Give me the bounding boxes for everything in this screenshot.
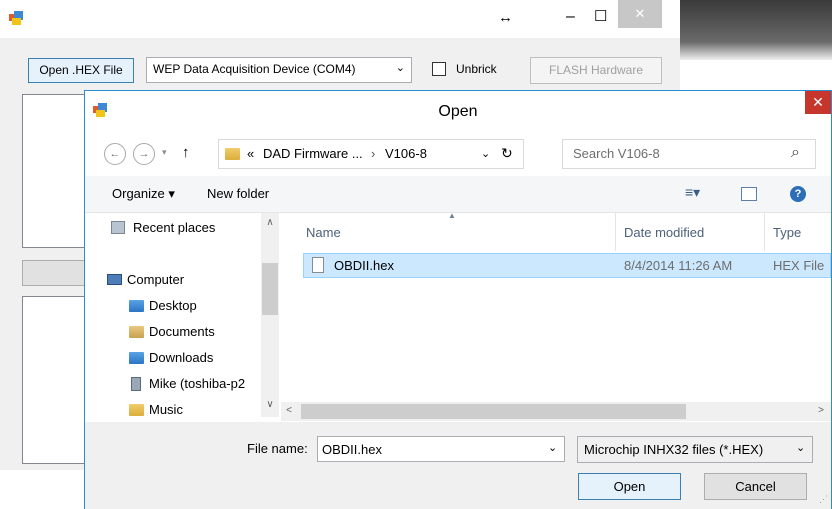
view-options-icon[interactable]: ≡▾ — [685, 184, 700, 201]
resize-grip-icon[interactable]: ⋰ — [819, 494, 828, 505]
device-select-value: WEP Data Acquisition Device (COM4) — [153, 62, 356, 76]
file-name-field[interactable]: OBDII.hex ⌄ — [317, 436, 565, 462]
column-divider[interactable] — [764, 213, 765, 251]
documents-folder-icon — [129, 326, 144, 338]
help-icon[interactable]: ? — [790, 186, 806, 202]
nav-item-network-drive[interactable]: Mike (toshiba-p2 — [129, 375, 279, 395]
file-icon — [312, 257, 324, 273]
nav-label: Music — [149, 402, 183, 417]
chevron-down-icon[interactable]: ⌄ — [548, 441, 557, 454]
desktop-background — [0, 470, 90, 509]
new-folder-button[interactable]: New folder — [207, 186, 269, 201]
forward-button[interactable]: → — [133, 143, 155, 165]
up-button[interactable]: ↑ — [182, 144, 190, 161]
scroll-down-arrow-icon[interactable]: ∨ — [261, 399, 279, 410]
column-divider[interactable] — [615, 213, 616, 251]
search-input[interactable]: Search V106-8 — [573, 146, 660, 161]
chevron-down-icon: ⌄ — [796, 442, 806, 454]
nav-item-documents[interactable]: Documents — [129, 323, 279, 343]
column-header-date-modified[interactable]: Date modified — [624, 225, 704, 240]
open-dialog: Open ✕ ← → ▾ ↑ « DAD Firmware ... › V106… — [84, 90, 832, 509]
back-button[interactable]: ← — [104, 143, 126, 165]
path-segment-dad-firmware[interactable]: DAD Firmware ... — [263, 146, 363, 161]
column-header-name[interactable]: Name — [306, 225, 341, 240]
file-name-label: File name: — [247, 441, 308, 456]
preview-pane-icon[interactable] — [741, 187, 757, 201]
folder-icon — [225, 148, 240, 160]
file-type-filter-value: Microchip INHX32 files (*.HEX) — [584, 442, 764, 457]
file-type-filter[interactable]: Microchip INHX32 files (*.HEX) ⌄ — [577, 436, 813, 463]
refresh-icon[interactable]: ↻ — [501, 145, 513, 162]
recent-places-icon — [111, 221, 125, 234]
search-box[interactable]: Search V106-8 ⌕ — [562, 139, 816, 169]
path-separator-icon[interactable]: › — [371, 146, 375, 161]
scroll-thumb[interactable] — [262, 263, 278, 315]
nav-item-desktop[interactable]: Desktop — [129, 297, 279, 317]
app-icon — [9, 11, 23, 25]
scroll-left-arrow-icon[interactable]: < — [283, 405, 295, 416]
desktop-folder-icon — [129, 300, 144, 312]
address-bar[interactable]: « DAD Firmware ... › V106-8 ⌄ ↻ — [218, 139, 524, 169]
file-type: HEX File — [773, 258, 825, 273]
column-header-type[interactable]: Type — [773, 225, 801, 240]
organize-menu[interactable]: Organize ▾ — [112, 186, 175, 202]
nav-item-computer[interactable]: Computer — [107, 271, 257, 291]
nav-label: Mike (toshiba-p2 — [149, 376, 246, 391]
nav-label: Recent places — [133, 220, 216, 235]
nav-item-recent-places[interactable]: Recent places — [111, 219, 261, 239]
nav-label: Desktop — [149, 298, 197, 313]
nav-label: Computer — [127, 272, 185, 287]
minimize-button[interactable]: – — [566, 8, 575, 26]
device-select[interactable]: WEP Data Acquisition Device (COM4) ⌄ — [146, 57, 412, 83]
file-list-hscrollbar[interactable]: < > — [281, 402, 831, 421]
nav-item-downloads[interactable]: Downloads — [129, 349, 279, 369]
path-segment-v106-8[interactable]: V106-8 — [385, 146, 427, 161]
table-row[interactable]: OBDII.hex 8/4/2014 11:26 AM HEX File — [303, 253, 831, 278]
move-icon[interactable]: ↔ — [498, 9, 513, 26]
file-list: ▲ Name Date modified Type OBDII.hex 8/4/… — [290, 211, 831, 402]
nav-pane-scrollbar[interactable]: ∧ ∨ — [261, 213, 279, 417]
background-desktop — [680, 0, 832, 60]
unbrick-label: Unbrick — [456, 62, 497, 76]
navigation-pane: Recent places Computer Desktop Documents… — [85, 213, 280, 423]
address-row: ← → ▾ ↑ « DAD Firmware ... › V106-8 ⌄ ↻ … — [85, 131, 831, 176]
scroll-thumb[interactable] — [301, 404, 686, 419]
computer-icon — [107, 274, 122, 285]
dialog-title: Open — [438, 103, 478, 120]
network-drive-icon — [131, 377, 141, 391]
nav-item-music[interactable]: Music — [129, 401, 259, 421]
open-hex-button[interactable]: Open .HEX File — [28, 58, 134, 83]
open-button[interactable]: Open — [578, 473, 681, 500]
path-overflow-icon[interactable]: « — [247, 146, 254, 161]
address-dropdown-icon[interactable]: ⌄ — [481, 147, 490, 160]
file-date: 8/4/2014 11:26 AM — [624, 258, 733, 273]
music-folder-icon — [129, 404, 144, 416]
dialog-close-button[interactable]: ✕ — [805, 91, 831, 114]
dialog-titlebar: Open ✕ — [85, 91, 831, 131]
file-name: OBDII.hex — [334, 258, 394, 273]
main-titlebar: ↔ – ☐ ✕ — [0, 0, 680, 38]
downloads-folder-icon — [129, 352, 144, 364]
toolbar: Organize ▾ New folder ≡▾ ? — [85, 176, 831, 213]
cancel-button[interactable]: Cancel — [704, 473, 807, 500]
main-close-button[interactable]: ✕ — [618, 0, 662, 28]
bottom-panel: File name: OBDII.hex ⌄ Microchip INHX32 … — [85, 422, 831, 509]
search-icon[interactable]: ⌕ — [791, 144, 800, 162]
sort-ascending-icon: ▲ — [448, 211, 456, 220]
scroll-right-arrow-icon[interactable]: > — [815, 405, 827, 416]
nav-label: Downloads — [149, 350, 214, 365]
flash-hardware-button: FLASH Hardware — [530, 57, 662, 84]
unbrick-checkbox[interactable] — [432, 62, 446, 76]
chevron-down-icon: ⌄ — [395, 62, 405, 74]
scroll-up-arrow-icon[interactable]: ∧ — [261, 217, 279, 228]
file-name-value: OBDII.hex — [322, 442, 382, 457]
nav-label: Documents — [149, 324, 215, 339]
maximize-button[interactable]: ☐ — [594, 7, 607, 25]
history-dropdown-icon[interactable]: ▾ — [162, 147, 167, 158]
